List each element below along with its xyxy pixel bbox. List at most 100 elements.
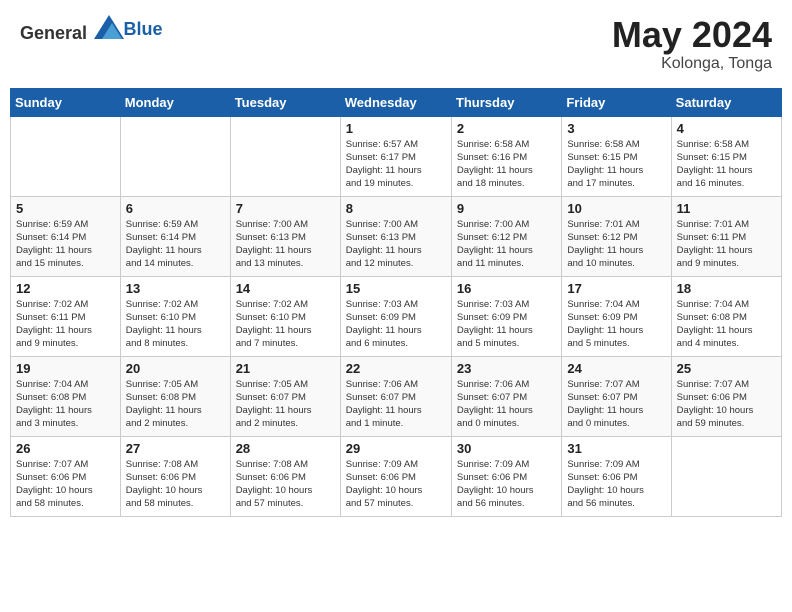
day-number: 14 xyxy=(236,281,335,296)
calendar-week-row: 5 Sunrise: 6:59 AMSunset: 6:14 PMDaylight… xyxy=(11,196,782,276)
calendar-cell: 2 Sunrise: 6:58 AMSunset: 6:16 PMDaylight… xyxy=(451,116,561,196)
day-info: Sunrise: 7:05 AMSunset: 6:08 PMDaylight:… xyxy=(126,378,225,431)
day-number: 18 xyxy=(677,281,776,296)
day-number: 8 xyxy=(346,201,446,216)
day-info: Sunrise: 7:04 AMSunset: 6:08 PMDaylight:… xyxy=(16,378,115,431)
calendar-cell: 8 Sunrise: 7:00 AMSunset: 6:13 PMDaylight… xyxy=(340,196,451,276)
calendar-cell: 24 Sunrise: 7:07 AMSunset: 6:07 PMDayligh… xyxy=(562,356,671,436)
day-info: Sunrise: 6:58 AMSunset: 6:15 PMDaylight:… xyxy=(677,138,776,191)
calendar-cell: 10 Sunrise: 7:01 AMSunset: 6:12 PMDayligh… xyxy=(562,196,671,276)
day-number: 7 xyxy=(236,201,335,216)
calendar-cell: 30 Sunrise: 7:09 AMSunset: 6:06 PMDayligh… xyxy=(451,436,561,516)
day-number: 2 xyxy=(457,121,556,136)
calendar-header-friday: Friday xyxy=(562,88,671,116)
day-info: Sunrise: 7:00 AMSunset: 6:13 PMDaylight:… xyxy=(236,218,335,271)
calendar-cell: 17Sunrise: 7:04 AMSunset: 6:09 PMDayligh… xyxy=(562,276,671,356)
day-info: Sunrise: 6:58 AMSunset: 6:15 PMDaylight:… xyxy=(567,138,665,191)
page-header: General Blue May 2024 Kolonga, Tonga xyxy=(10,10,782,78)
calendar-cell: 22Sunrise: 7:06 AMSunset: 6:07 PMDayligh… xyxy=(340,356,451,436)
day-info: Sunrise: 7:03 AMSunset: 6:09 PMDaylight:… xyxy=(346,298,446,351)
calendar-cell: 20 Sunrise: 7:05 AMSunset: 6:08 PMDayligh… xyxy=(120,356,230,436)
day-info: Sunrise: 7:02 AMSunset: 6:11 PMDaylight:… xyxy=(16,298,115,351)
day-number: 5 xyxy=(16,201,115,216)
logo-icon xyxy=(94,15,124,39)
day-info: Sunrise: 7:09 AMSunset: 6:06 PMDaylight:… xyxy=(346,458,446,511)
day-number: 11 xyxy=(677,201,776,216)
day-info: Sunrise: 7:04 AMSunset: 6:09 PMDaylight:… xyxy=(567,298,665,351)
location-subtitle: Kolonga, Tonga xyxy=(612,55,772,73)
logo: General Blue xyxy=(20,15,163,44)
day-info: Sunrise: 7:07 AMSunset: 6:06 PMDaylight:… xyxy=(16,458,115,511)
calendar-cell: 16Sunrise: 7:03 AMSunset: 6:09 PMDayligh… xyxy=(451,276,561,356)
calendar-cell: 31 Sunrise: 7:09 AMSunset: 6:06 PMDayligh… xyxy=(562,436,671,516)
calendar-cell: 28 Sunrise: 7:08 AMSunset: 6:06 PMDayligh… xyxy=(230,436,340,516)
day-number: 23 xyxy=(457,361,556,376)
calendar-header-thursday: Thursday xyxy=(451,88,561,116)
day-info: Sunrise: 7:08 AMSunset: 6:06 PMDaylight:… xyxy=(126,458,225,511)
day-number: 28 xyxy=(236,441,335,456)
day-number: 31 xyxy=(567,441,665,456)
day-info: Sunrise: 6:59 AMSunset: 6:14 PMDaylight:… xyxy=(126,218,225,271)
calendar-cell: 9Sunrise: 7:00 AMSunset: 6:12 PMDaylight… xyxy=(451,196,561,276)
day-number: 21 xyxy=(236,361,335,376)
day-number: 12 xyxy=(16,281,115,296)
calendar-header-sunday: Sunday xyxy=(11,88,121,116)
day-info: Sunrise: 7:03 AMSunset: 6:09 PMDaylight:… xyxy=(457,298,556,351)
logo-general-text: General xyxy=(20,23,87,43)
calendar-cell: 23 Sunrise: 7:06 AMSunset: 6:07 PMDayligh… xyxy=(451,356,561,436)
day-info: Sunrise: 7:01 AMSunset: 6:12 PMDaylight:… xyxy=(567,218,665,271)
title-block: May 2024 Kolonga, Tonga xyxy=(612,15,772,73)
day-info: Sunrise: 7:01 AMSunset: 6:11 PMDaylight:… xyxy=(677,218,776,271)
day-number: 15 xyxy=(346,281,446,296)
calendar-cell: 7 Sunrise: 7:00 AMSunset: 6:13 PMDaylight… xyxy=(230,196,340,276)
day-info: Sunrise: 7:09 AMSunset: 6:06 PMDaylight:… xyxy=(457,458,556,511)
day-number: 3 xyxy=(567,121,665,136)
day-info: Sunrise: 6:59 AMSunset: 6:14 PMDaylight:… xyxy=(16,218,115,271)
day-info: Sunrise: 7:06 AMSunset: 6:07 PMDaylight:… xyxy=(346,378,446,431)
calendar-cell: 14Sunrise: 7:02 AMSunset: 6:10 PMDayligh… xyxy=(230,276,340,356)
month-year-title: May 2024 xyxy=(612,15,772,55)
calendar-week-row: 12 Sunrise: 7:02 AMSunset: 6:11 PMDayligh… xyxy=(11,276,782,356)
day-number: 13 xyxy=(126,281,225,296)
calendar-cell: 29 Sunrise: 7:09 AMSunset: 6:06 PMDayligh… xyxy=(340,436,451,516)
day-info: Sunrise: 7:08 AMSunset: 6:06 PMDaylight:… xyxy=(236,458,335,511)
day-info: Sunrise: 6:58 AMSunset: 6:16 PMDaylight:… xyxy=(457,138,556,191)
day-info: Sunrise: 7:09 AMSunset: 6:06 PMDaylight:… xyxy=(567,458,665,511)
day-number: 27 xyxy=(126,441,225,456)
calendar-cell xyxy=(671,436,781,516)
day-number: 20 xyxy=(126,361,225,376)
day-info: Sunrise: 7:07 AMSunset: 6:06 PMDaylight:… xyxy=(677,378,776,431)
day-info: Sunrise: 7:00 AMSunset: 6:13 PMDaylight:… xyxy=(346,218,446,271)
calendar-cell: 26Sunrise: 7:07 AMSunset: 6:06 PMDayligh… xyxy=(11,436,121,516)
calendar-table: SundayMondayTuesdayWednesdayThursdayFrid… xyxy=(10,88,782,517)
day-number: 29 xyxy=(346,441,446,456)
day-info: Sunrise: 7:07 AMSunset: 6:07 PMDaylight:… xyxy=(567,378,665,431)
day-info: Sunrise: 7:05 AMSunset: 6:07 PMDaylight:… xyxy=(236,378,335,431)
calendar-cell xyxy=(120,116,230,196)
calendar-cell: 12 Sunrise: 7:02 AMSunset: 6:11 PMDayligh… xyxy=(11,276,121,356)
day-number: 4 xyxy=(677,121,776,136)
calendar-week-row: 26Sunrise: 7:07 AMSunset: 6:06 PMDayligh… xyxy=(11,436,782,516)
day-number: 30 xyxy=(457,441,556,456)
calendar-cell: 4 Sunrise: 6:58 AMSunset: 6:15 PMDaylight… xyxy=(671,116,781,196)
day-number: 1 xyxy=(346,121,446,136)
calendar-week-row: 19Sunrise: 7:04 AMSunset: 6:08 PMDayligh… xyxy=(11,356,782,436)
day-info: Sunrise: 7:04 AMSunset: 6:08 PMDaylight:… xyxy=(677,298,776,351)
calendar-cell: 15 Sunrise: 7:03 AMSunset: 6:09 PMDayligh… xyxy=(340,276,451,356)
calendar-header-row: SundayMondayTuesdayWednesdayThursdayFrid… xyxy=(11,88,782,116)
calendar-header-monday: Monday xyxy=(120,88,230,116)
day-number: 25 xyxy=(677,361,776,376)
calendar-cell: 21 Sunrise: 7:05 AMSunset: 6:07 PMDayligh… xyxy=(230,356,340,436)
day-number: 10 xyxy=(567,201,665,216)
calendar-cell: 5 Sunrise: 6:59 AMSunset: 6:14 PMDaylight… xyxy=(11,196,121,276)
calendar-header-saturday: Saturday xyxy=(671,88,781,116)
calendar-cell: 3 Sunrise: 6:58 AMSunset: 6:15 PMDaylight… xyxy=(562,116,671,196)
day-info: Sunrise: 7:02 AMSunset: 6:10 PMDaylight:… xyxy=(126,298,225,351)
day-info: Sunrise: 7:00 AMSunset: 6:12 PMDaylight:… xyxy=(457,218,556,271)
day-info: Sunrise: 7:06 AMSunset: 6:07 PMDaylight:… xyxy=(457,378,556,431)
calendar-cell xyxy=(230,116,340,196)
day-number: 24 xyxy=(567,361,665,376)
calendar-cell: 27 Sunrise: 7:08 AMSunset: 6:06 PMDayligh… xyxy=(120,436,230,516)
calendar-header-tuesday: Tuesday xyxy=(230,88,340,116)
calendar-cell: 6Sunrise: 6:59 AMSunset: 6:14 PMDaylight… xyxy=(120,196,230,276)
